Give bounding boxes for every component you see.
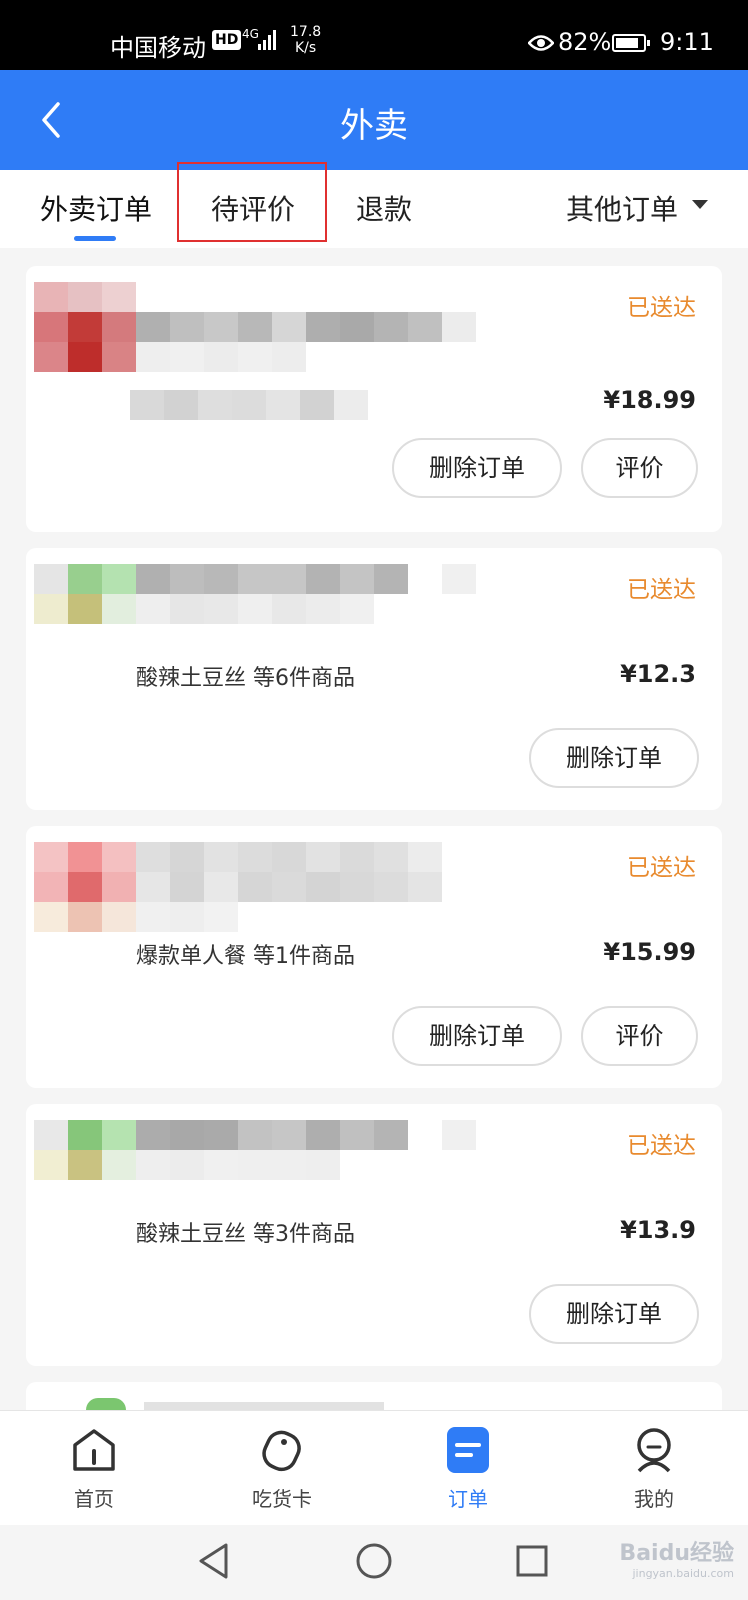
clock: 9:11 [660,28,714,56]
order-status: 已送达 [627,855,696,881]
nav-home[interactable]: 首页 [24,1411,164,1526]
order-card[interactable]: 已送达 酸辣土豆丝 等3件商品 ¥13.9 删除订单 [26,1104,722,1366]
tab-other-orders[interactable]: 其他订单 [566,188,678,228]
watermark-brand: Baidu经验 [619,1541,734,1566]
nav-profile[interactable]: 我的 [584,1411,724,1526]
order-status: 已送达 [627,1133,696,1159]
delete-order-button[interactable]: 删除订单 [529,728,699,788]
nav-orders[interactable]: 订单 [398,1411,538,1526]
speed-unit: K/s [294,40,317,56]
pixelated-store-info [34,1112,494,1202]
review-button[interactable]: 评价 [581,1006,698,1066]
order-card[interactable]: 已送达 ¥18.99 删除订单 评价 [26,266,722,532]
nav-food-card[interactable]: 吃货卡 [212,1411,352,1526]
delete-order-button[interactable]: 删除订单 [392,438,562,498]
order-price: ¥15.99 [603,938,696,966]
pixelated-store-info [34,274,494,372]
home-icon [73,1429,115,1471]
system-back-icon[interactable] [196,1541,232,1581]
system-navigation-bar: Baidu经验 jingyan.baidu.com [0,1525,748,1600]
nav-label: 我的 [634,1487,674,1511]
nav-label: 订单 [448,1487,488,1511]
bottom-navigation: 首页 吃货卡 订单 我的 [0,1410,748,1526]
nav-label: 首页 [74,1487,114,1511]
speed-value: 17.8 [290,24,322,40]
carrier-name: 中国移动 [110,34,206,62]
order-price: ¥12.3 [620,660,696,688]
eye-comfort-icon [528,35,554,51]
network-speed: 17.8 K/s [290,24,321,56]
signal-icon [258,30,276,50]
delete-order-button[interactable]: 删除订单 [392,1006,562,1066]
card-icon [262,1430,301,1472]
order-goods-summary: 爆款单人餐 等1件商品 [136,944,355,969]
watermark-url: jingyan.baidu.com [632,1567,734,1580]
network-type: 4G [242,27,259,41]
page-title: 外卖 [340,106,408,146]
app-header: 外卖 [0,70,748,170]
order-goods-summary: 酸辣土豆丝 等6件商品 [136,666,355,691]
baidu-watermark: Baidu经验 jingyan.baidu.com [619,1535,734,1580]
review-button[interactable]: 评价 [581,438,698,498]
pixelated-store-info [34,834,494,932]
tab-takeout-orders[interactable]: 外卖订单 [40,188,152,228]
order-status: 已送达 [627,577,696,603]
dropdown-caret-icon[interactable] [692,200,708,209]
active-tab-indicator [74,236,116,241]
hd-badge: HD [212,30,242,50]
battery-icon [612,34,650,52]
order-status: 已送达 [627,295,696,321]
status-bar: 中国移动 HD 4G 17.8 K/s 82% 9:11 [0,0,748,70]
delete-order-button[interactable]: 删除订单 [529,1284,699,1344]
tab-refund[interactable]: 退款 [356,188,412,228]
order-card[interactable]: 已送达 爆款单人餐 等1件商品 ¥15.99 删除订单 评价 [26,826,722,1088]
profile-icon [637,1428,671,1473]
system-home-icon[interactable] [354,1541,394,1581]
pixelated-store-info [34,556,494,646]
system-recents-icon[interactable] [514,1541,550,1581]
order-price: ¥13.9 [620,1216,696,1244]
pixelated-goods-info [34,390,494,424]
order-tabs: 外卖订单 待评价 退款 其他订单 [0,162,748,248]
highlight-box [177,162,327,242]
order-card[interactable]: 已送达 酸辣土豆丝 等6件商品 ¥12.3 删除订单 [26,548,722,810]
nav-label: 吃货卡 [252,1487,312,1511]
order-goods-summary: 酸辣土豆丝 等3件商品 [136,1222,355,1247]
battery-percent: 82% [558,28,612,56]
order-price: ¥18.99 [603,386,696,414]
order-icon [447,1427,489,1473]
